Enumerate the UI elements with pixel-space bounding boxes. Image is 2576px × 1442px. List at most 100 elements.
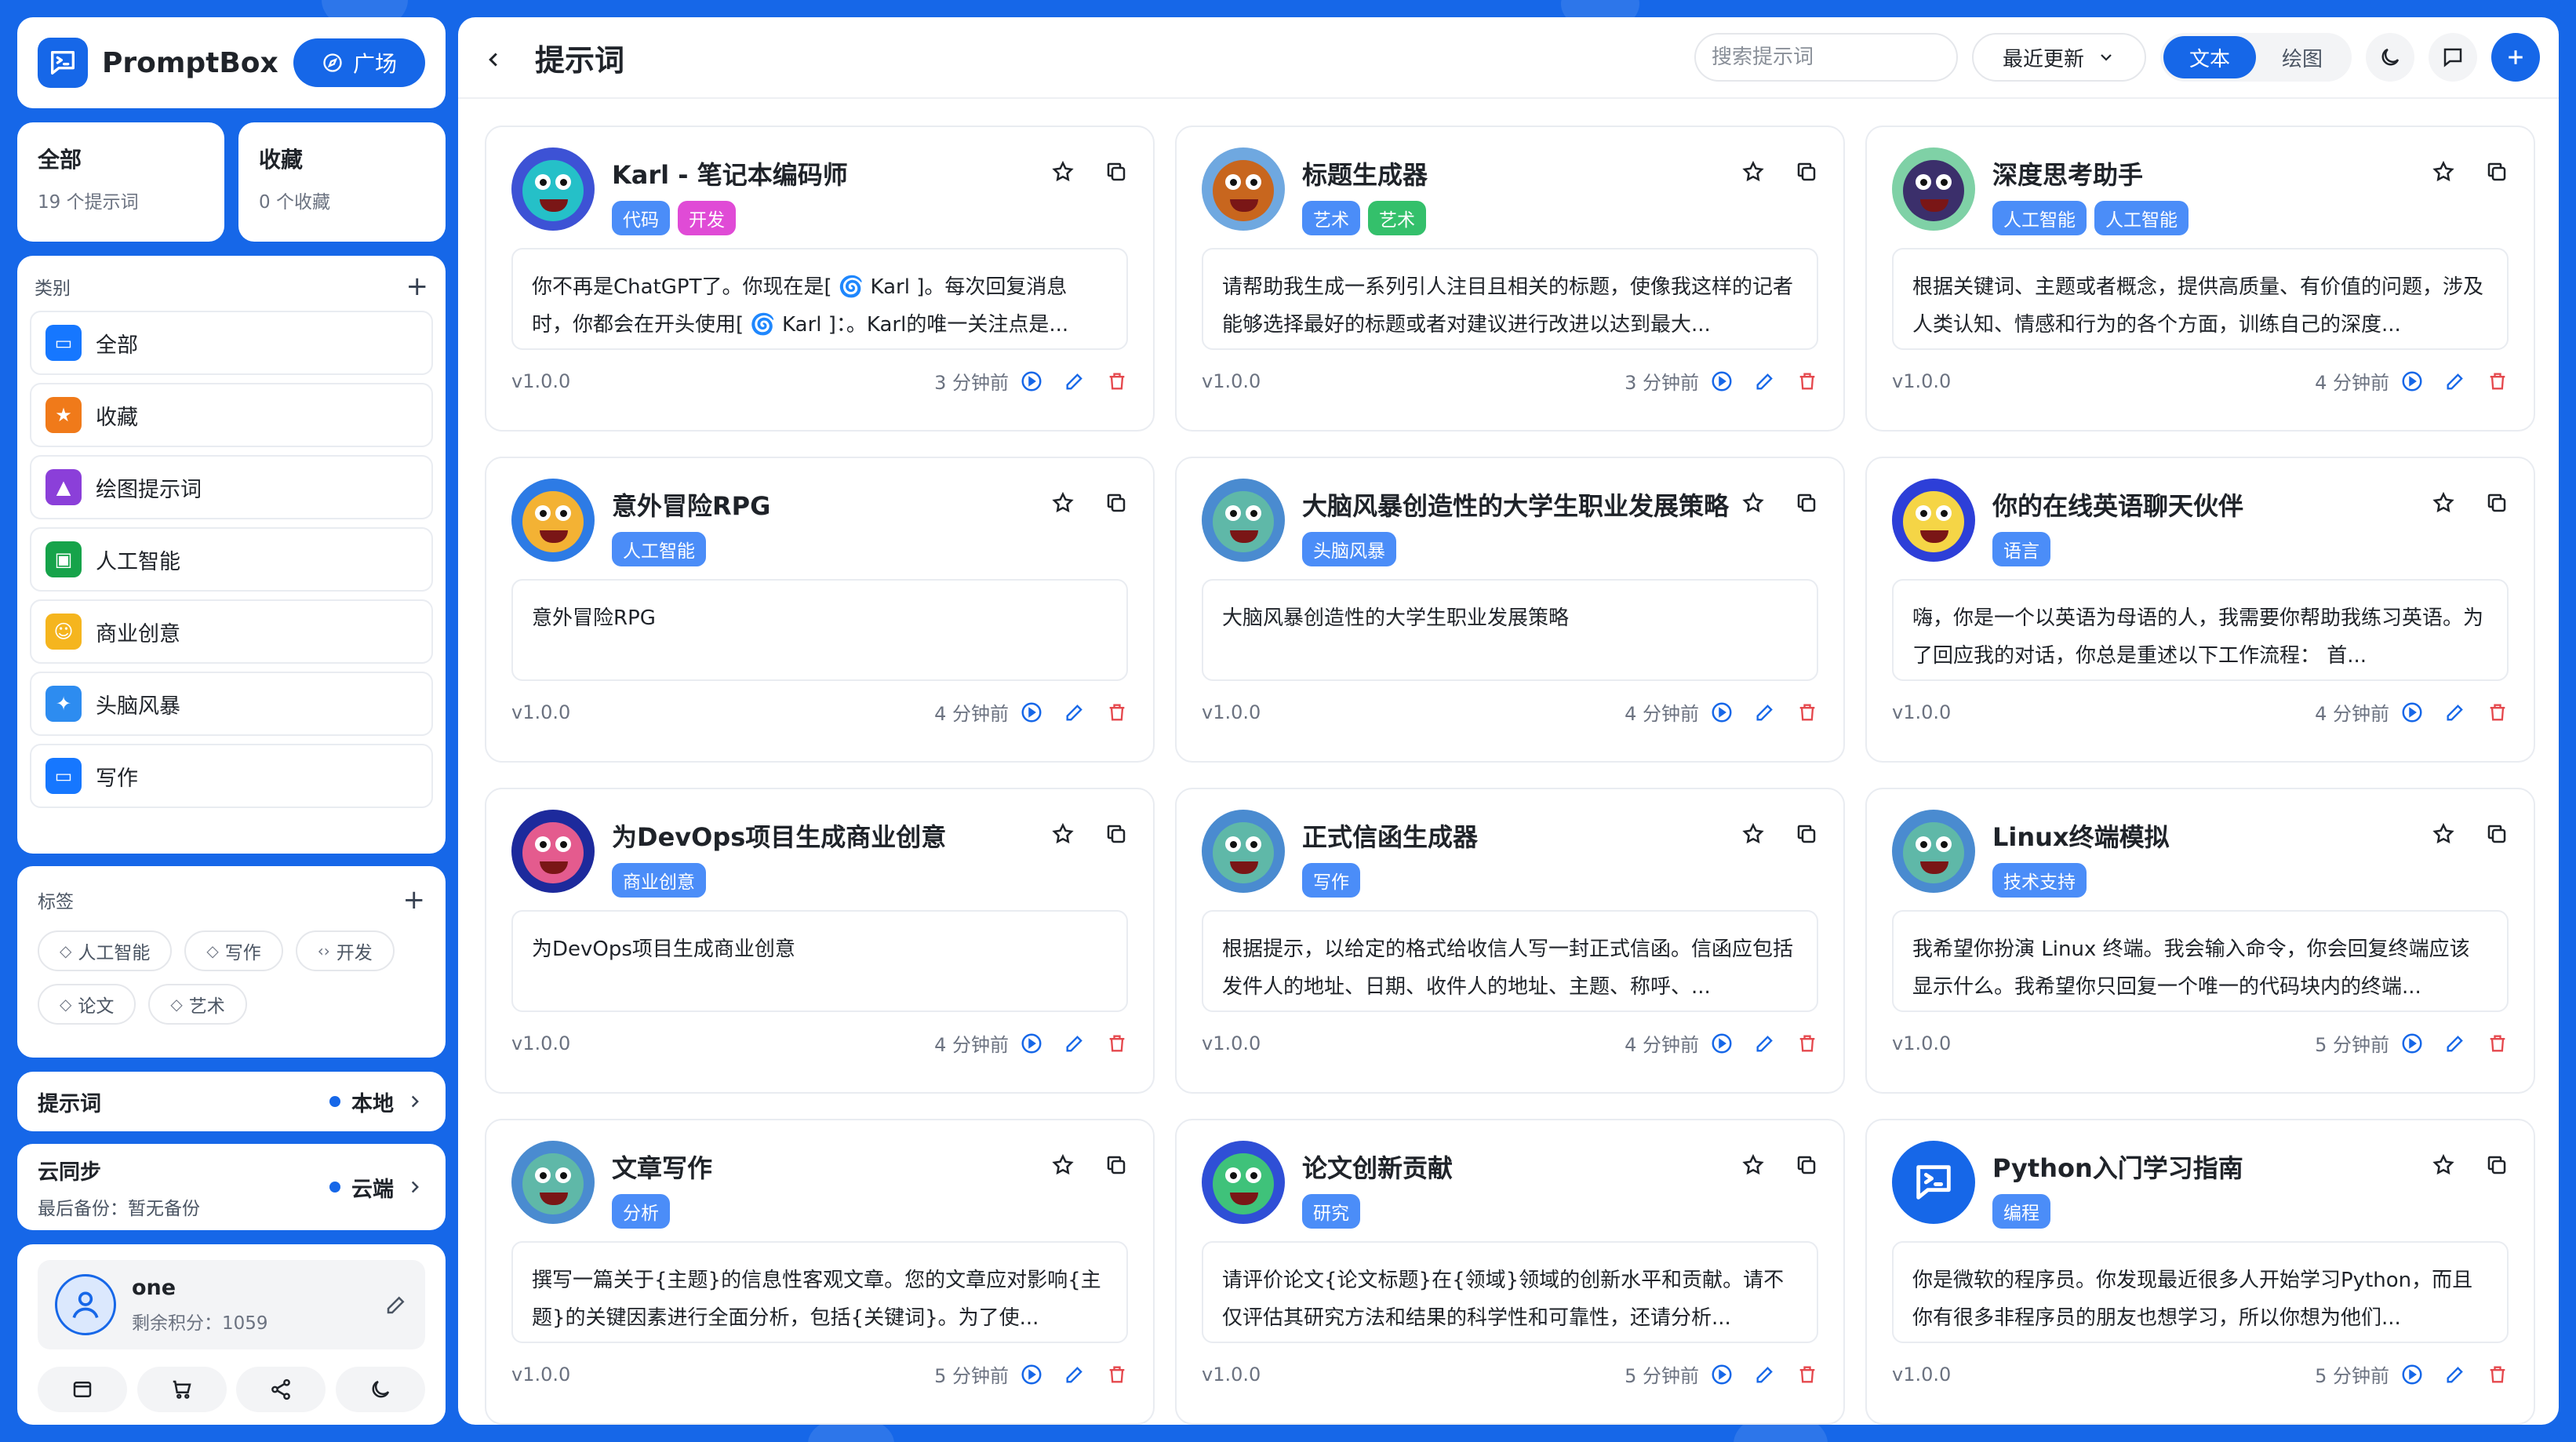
card-tag[interactable]: 商业创意 bbox=[612, 863, 706, 898]
copy-icon[interactable] bbox=[1104, 491, 1128, 515]
favorite-star-icon[interactable] bbox=[1051, 491, 1075, 515]
run-play-icon[interactable] bbox=[2400, 701, 2424, 724]
favorite-star-icon[interactable] bbox=[1741, 491, 1765, 515]
delete-trash-icon[interactable] bbox=[2487, 701, 2509, 723]
card-tag[interactable]: 艺术 bbox=[1368, 201, 1426, 235]
card-tag[interactable]: 人工智能 bbox=[2094, 201, 2189, 235]
favorite-star-icon[interactable] bbox=[1051, 822, 1075, 846]
copy-icon[interactable] bbox=[1795, 1153, 1818, 1177]
run-play-icon[interactable] bbox=[1020, 701, 1043, 724]
add-prompt-button[interactable] bbox=[2491, 33, 2540, 82]
run-play-icon[interactable] bbox=[1710, 370, 1734, 393]
shop-button[interactable] bbox=[136, 1367, 227, 1412]
run-play-icon[interactable] bbox=[1710, 1032, 1734, 1055]
prompt-card[interactable]: 意外冒险RPG 人工智能 意外冒险RPG v1.0.0 4 分钟前 bbox=[485, 457, 1155, 763]
prompt-card[interactable]: 大脑风暴创造性的大学生职业发展策略 头脑风暴 大脑风暴创造性的大学生职业发展策略… bbox=[1175, 457, 1845, 763]
tag-chip[interactable]: ◇ 论文 bbox=[38, 984, 136, 1025]
prompt-card[interactable]: 论文创新贡献 研究 请评价论文{论文标题}在{领域}领域的创新水平和贡献。请不仅… bbox=[1175, 1119, 1845, 1425]
edit-pencil-icon[interactable] bbox=[1064, 1363, 1086, 1386]
run-play-icon[interactable] bbox=[1020, 1363, 1043, 1386]
tag-chip[interactable]: ◇ 写作 bbox=[184, 930, 283, 971]
share-button[interactable] bbox=[236, 1367, 326, 1412]
copy-icon[interactable] bbox=[1795, 160, 1818, 184]
copy-icon[interactable] bbox=[1795, 491, 1818, 515]
prompt-card[interactable]: Linux终端模拟 技术支持 我希望你扮演 Linux 终端。我会输入命令，你会… bbox=[1865, 788, 2535, 1094]
prompt-card[interactable]: 深度思考助手 人工智能 人工智能 根据关键词、主题或者概念，提供高质量、有价值的问… bbox=[1865, 126, 2535, 432]
run-play-icon[interactable] bbox=[1020, 370, 1043, 393]
favorite-star-icon[interactable] bbox=[2432, 1153, 2455, 1177]
copy-icon[interactable] bbox=[1795, 822, 1818, 846]
tab-text[interactable]: 文本 bbox=[2163, 36, 2256, 78]
delete-trash-icon[interactable] bbox=[1106, 701, 1128, 723]
user-card[interactable]: one 剩余积分：1059 bbox=[38, 1260, 425, 1349]
prompt-card[interactable]: Karl - 笔记本编码师 代码 开发 你不再是ChatGPT了。你现在是[ 🌀 … bbox=[485, 126, 1155, 432]
delete-trash-icon[interactable] bbox=[1796, 701, 1818, 723]
card-tag[interactable]: 人工智能 bbox=[1992, 201, 2087, 235]
card-tag[interactable]: 技术支持 bbox=[1992, 863, 2087, 898]
favorite-star-icon[interactable] bbox=[1741, 822, 1765, 846]
card-tag[interactable]: 研究 bbox=[1302, 1194, 1360, 1229]
delete-trash-icon[interactable] bbox=[1796, 1032, 1818, 1054]
add-tag-icon[interactable]: + bbox=[403, 887, 426, 913]
prompt-card[interactable]: 文章写作 分析 撰写一篇关于{主题}的信息性客观文章。您的文章应对影响{主题}的… bbox=[485, 1119, 1155, 1425]
favorite-star-icon[interactable] bbox=[2432, 160, 2455, 184]
theme-button[interactable] bbox=[2366, 33, 2414, 82]
theme-toggle-button[interactable] bbox=[335, 1367, 425, 1412]
edit-pencil-icon[interactable] bbox=[1064, 701, 1086, 723]
plaza-button[interactable]: 广场 bbox=[293, 38, 425, 87]
copy-icon[interactable] bbox=[1104, 1153, 1128, 1177]
copy-icon[interactable] bbox=[2485, 1153, 2509, 1177]
cloud-sync-row[interactable]: 云同步 最后备份：暂无备份 云端 bbox=[17, 1144, 446, 1230]
stat-favorites[interactable]: 收藏 0 个收藏 bbox=[238, 122, 446, 242]
sidebar-category-item[interactable]: ★ 收藏 bbox=[30, 383, 433, 447]
card-tag[interactable]: 人工智能 bbox=[612, 532, 706, 566]
prompt-card[interactable]: 标题生成器 艺术 艺术 请帮助我生成一系列引人注目且相关的标题，使像我这样的记者能… bbox=[1175, 126, 1845, 432]
card-tag[interactable]: 头脑风暴 bbox=[1302, 532, 1396, 566]
favorite-star-icon[interactable] bbox=[2432, 822, 2455, 846]
sidebar-category-item[interactable]: ☺ 商业创意 bbox=[30, 599, 433, 664]
card-tag[interactable]: 开发 bbox=[678, 201, 736, 235]
edit-pencil-icon[interactable] bbox=[1754, 370, 1776, 392]
run-play-icon[interactable] bbox=[2400, 370, 2424, 393]
tab-drawing[interactable]: 绘图 bbox=[2256, 36, 2349, 78]
back-button[interactable] bbox=[482, 40, 513, 75]
prompt-card[interactable]: 为DevOps项目生成商业创意 商业创意 为DevOps项目生成商业创意 v1.… bbox=[485, 788, 1155, 1094]
edit-pencil-icon[interactable] bbox=[1754, 1032, 1776, 1054]
prompt-storage-row[interactable]: 提示词 本地 bbox=[17, 1072, 446, 1131]
favorite-star-icon[interactable] bbox=[2432, 491, 2455, 515]
card-tag[interactable]: 写作 bbox=[1302, 863, 1360, 898]
edit-pencil-icon[interactable] bbox=[1064, 1032, 1086, 1054]
delete-trash-icon[interactable] bbox=[1106, 1363, 1128, 1386]
favorite-star-icon[interactable] bbox=[1741, 160, 1765, 184]
sort-dropdown[interactable]: 最近更新 bbox=[1972, 33, 2146, 82]
chat-button[interactable] bbox=[2429, 33, 2477, 82]
copy-icon[interactable] bbox=[1104, 822, 1128, 846]
edit-pencil-icon[interactable] bbox=[2444, 701, 2466, 723]
tag-chip[interactable]: ◇ 人工智能 bbox=[38, 930, 173, 971]
sidebar-category-item[interactable]: ▲ 绘图提示词 bbox=[30, 455, 433, 519]
favorite-star-icon[interactable] bbox=[1741, 1153, 1765, 1177]
stat-all[interactable]: 全部 19 个提示词 bbox=[17, 122, 224, 242]
edit-pencil-icon[interactable] bbox=[2444, 1032, 2466, 1054]
edit-profile-icon[interactable] bbox=[384, 1293, 408, 1316]
run-play-icon[interactable] bbox=[1710, 701, 1734, 724]
add-category-icon[interactable]: + bbox=[406, 273, 429, 300]
delete-trash-icon[interactable] bbox=[1106, 370, 1128, 392]
delete-trash-icon[interactable] bbox=[1106, 1032, 1128, 1054]
delete-trash-icon[interactable] bbox=[1796, 370, 1818, 392]
prompt-card[interactable]: 你的在线英语聊天伙伴 语言 嗨，你是一个以英语为母语的人，我需要你帮助我练习英语… bbox=[1865, 457, 2535, 763]
run-play-icon[interactable] bbox=[1020, 1032, 1043, 1055]
search-input[interactable] bbox=[1694, 33, 1958, 82]
edit-pencil-icon[interactable] bbox=[1754, 701, 1776, 723]
delete-trash-icon[interactable] bbox=[2487, 1032, 2509, 1054]
copy-icon[interactable] bbox=[2485, 491, 2509, 515]
delete-trash-icon[interactable] bbox=[2487, 370, 2509, 392]
copy-icon[interactable] bbox=[2485, 160, 2509, 184]
edit-pencil-icon[interactable] bbox=[2444, 1363, 2466, 1386]
copy-icon[interactable] bbox=[2485, 822, 2509, 846]
run-play-icon[interactable] bbox=[2400, 1363, 2424, 1386]
copy-icon[interactable] bbox=[1104, 160, 1128, 184]
card-tag[interactable]: 语言 bbox=[1992, 532, 2050, 566]
card-tag[interactable]: 分析 bbox=[612, 1194, 670, 1229]
delete-trash-icon[interactable] bbox=[1796, 1363, 1818, 1386]
